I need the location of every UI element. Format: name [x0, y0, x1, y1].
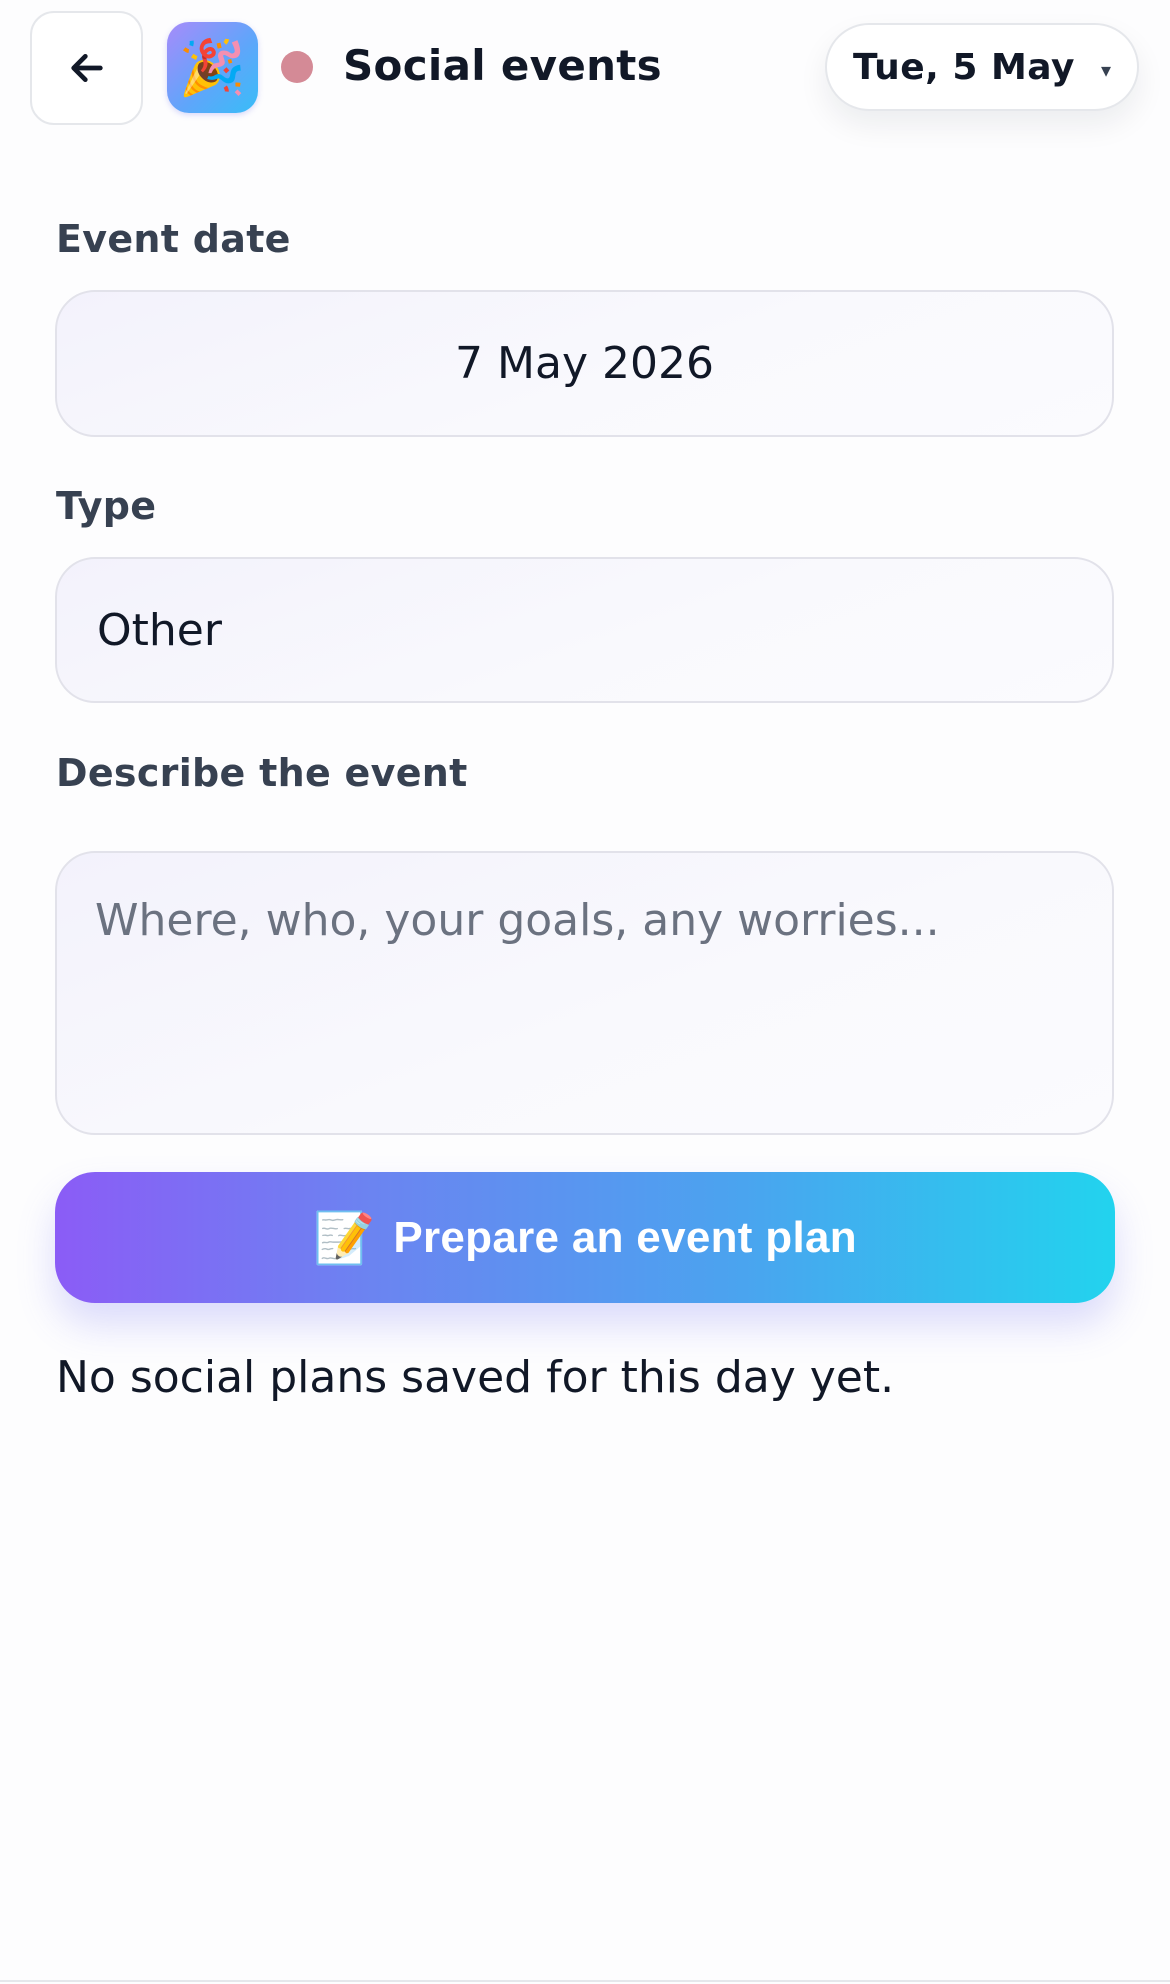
prepare-event-plan-label: Prepare an event plan — [393, 1212, 857, 1262]
caret-down-icon: ▾ — [1100, 58, 1111, 82]
party-popper-icon: 🎉 — [167, 22, 258, 113]
date-selector[interactable]: Tue, 5 May ▾ — [825, 23, 1139, 111]
description-field-container — [55, 851, 1114, 1135]
status-dot — [281, 51, 313, 83]
social-events-screen: 🎉 Social events Tue, 5 May ▾ Event date … — [0, 0, 1170, 1984]
type-select[interactable]: Other — [55, 557, 1114, 703]
description-textarea[interactable] — [95, 893, 1074, 1093]
type-label: Type — [56, 484, 157, 528]
empty-state-message: No social plans saved for this day yet. — [56, 1352, 895, 1403]
bottom-divider — [0, 1980, 1170, 1982]
memo-icon: 📝 — [313, 1209, 376, 1266]
arrow-left-icon — [70, 54, 103, 82]
description-label: Describe the event — [56, 751, 468, 795]
date-selector-label: Tue, 5 May — [853, 46, 1075, 88]
prepare-event-plan-button[interactable]: 📝 Prepare an event plan — [55, 1172, 1115, 1303]
event-date-field[interactable]: 7 May 2026 — [55, 290, 1114, 437]
back-button[interactable] — [30, 11, 143, 125]
event-date-label: Event date — [56, 217, 291, 261]
page-title: Social events — [343, 41, 662, 90]
